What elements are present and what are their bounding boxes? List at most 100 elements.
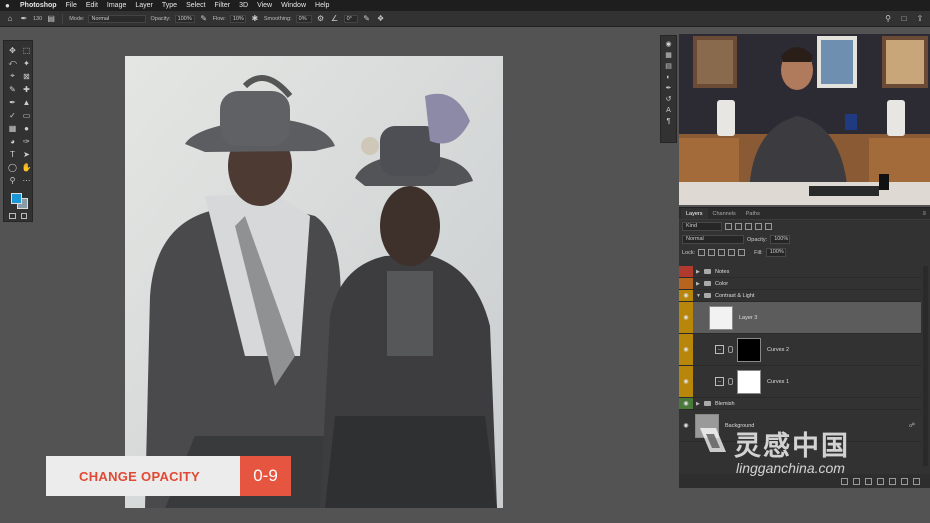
layer-mask-thumbnail[interactable] (737, 337, 761, 362)
gear-icon[interactable]: ⚙ (316, 14, 326, 24)
libraries-panel-icon[interactable]: ▤ (664, 62, 673, 71)
screen-mode-icon[interactable] (20, 213, 27, 219)
layer-color-tag[interactable] (679, 266, 693, 277)
layer-row[interactable]: ◉ ∽ Curves 2 (679, 334, 921, 366)
menu-3d[interactable]: 3D (239, 2, 248, 9)
foreground-color[interactable] (11, 193, 22, 204)
filter-adjustment-icon[interactable] (735, 223, 742, 230)
visibility-eye-icon[interactable]: ◉ (679, 302, 693, 333)
lock-position-icon[interactable] (718, 249, 726, 256)
blur-tool-icon[interactable]: ● (20, 122, 33, 134)
menu-app[interactable]: Photoshop (20, 2, 57, 9)
dodge-tool-icon[interactable]: ◕ (6, 135, 19, 147)
move-tool-icon[interactable]: ✥ (6, 44, 19, 56)
pen-tool-icon[interactable]: ✑ (20, 135, 33, 147)
history-panel-icon[interactable]: ↺ (664, 95, 673, 104)
lock-artboard-icon[interactable] (728, 249, 736, 256)
visibility-eye-icon[interactable]: ◉ (679, 398, 693, 409)
layer-color-tag[interactable] (679, 278, 693, 289)
filter-type-icon[interactable] (745, 223, 752, 230)
lock-all-icon[interactable] (738, 249, 746, 256)
menu-edit[interactable]: Edit (86, 2, 98, 9)
healing-brush-icon[interactable]: ✚ (20, 83, 33, 95)
filter-shape-icon[interactable] (755, 223, 762, 230)
character-panel-icon[interactable]: A (664, 106, 673, 115)
tab-channels[interactable]: Channels (708, 211, 741, 219)
eyedropper-icon[interactable]: ✎ (6, 83, 19, 95)
menu-type[interactable]: Type (162, 2, 177, 9)
frame-tool-icon[interactable]: ⊠ (20, 70, 33, 82)
stamp-tool-icon[interactable]: ▲ (20, 96, 33, 108)
menu-filter[interactable]: Filter (215, 2, 231, 9)
menu-file[interactable]: File (66, 2, 77, 9)
lock-pixels-icon[interactable] (698, 249, 706, 256)
layer-opacity-field[interactable]: 100% (770, 235, 791, 244)
menu-select[interactable]: Select (186, 2, 205, 9)
smoothing-field[interactable]: 0% (295, 14, 312, 23)
layer-row-selected[interactable]: ◉ Layer 3 (679, 302, 921, 334)
layer-fill-field[interactable]: 100% (765, 248, 786, 257)
lasso-tool-icon[interactable]: ⤺ (6, 57, 19, 69)
tab-paths[interactable]: Paths (741, 211, 765, 219)
eraser-icon[interactable]: ▭ (20, 109, 33, 121)
adjustments-panel-icon[interactable]: ◐ (664, 73, 673, 82)
filter-pixel-icon[interactable] (725, 223, 732, 230)
tab-layers[interactable]: Layers (681, 208, 708, 219)
layer-row[interactable]: ◉ ▶ Blemish (679, 398, 921, 410)
marquee-tool-icon[interactable]: ⬚ (20, 44, 33, 56)
menu-help[interactable]: Help (315, 2, 329, 9)
shape-tool-icon[interactable]: ◯ (6, 161, 19, 173)
zoom-tool-icon[interactable]: ⚲ (6, 174, 19, 186)
type-tool-icon[interactable]: T (6, 148, 19, 160)
brush-tool-icon[interactable]: ✒ (19, 14, 29, 24)
magic-wand-icon[interactable]: ✦ (20, 57, 33, 69)
collapse-arrow-icon[interactable]: ▼ (696, 293, 702, 299)
share-icon[interactable]: ⇧ (915, 14, 925, 24)
visibility-eye-icon[interactable]: ◉ (679, 410, 693, 441)
link-icon[interactable] (728, 378, 733, 385)
panel-menu-icon[interactable]: ≡ (922, 211, 930, 219)
menu-view[interactable]: View (257, 2, 272, 9)
symmetry-icon[interactable]: ❖ (376, 14, 386, 24)
lock-paint-icon[interactable] (708, 249, 716, 256)
pressure-opacity-icon[interactable]: ✎ (199, 14, 209, 24)
airbrush-icon[interactable]: ✱ (250, 14, 260, 24)
expand-arrow-icon[interactable]: ▶ (696, 401, 702, 407)
visibility-eye-icon[interactable]: ◉ (679, 334, 693, 365)
pressure-size-icon[interactable]: ✎ (362, 14, 372, 24)
expand-arrow-icon[interactable]: ▶ (696, 269, 702, 275)
layer-mask-thumbnail[interactable] (737, 369, 761, 394)
brush-panel-icon[interactable]: ✒ (664, 84, 673, 93)
menu-image[interactable]: Image (107, 2, 126, 9)
flow-field[interactable]: 10% (229, 14, 246, 23)
hand-tool-icon[interactable]: ✋ (20, 161, 33, 173)
brush-tool-icon[interactable]: ✒ (6, 96, 19, 108)
visibility-eye-icon[interactable]: ◉ (679, 290, 693, 301)
layer-row[interactable]: ▶ Color (679, 278, 921, 290)
link-icon[interactable] (728, 346, 733, 353)
angle-icon[interactable]: ∠ (330, 14, 340, 24)
workspace-icon[interactable]: □ (899, 14, 909, 24)
opacity-field[interactable]: 100% (174, 14, 195, 23)
menu-layer[interactable]: Layer (135, 2, 153, 9)
search-icon[interactable]: ⚲ (883, 14, 893, 24)
menu-window[interactable]: Window (281, 2, 306, 9)
layer-row[interactable]: ◉ ▼ Contrast & Light (679, 290, 921, 302)
layer-row[interactable]: ◉ ∽ Curves 1 (679, 366, 921, 398)
mode-select[interactable]: Normal (88, 14, 147, 23)
angle-field[interactable]: 0° (343, 14, 358, 23)
layer-filter-select[interactable]: Kind (682, 222, 722, 231)
swatches-panel-icon[interactable]: ▦ (664, 51, 673, 60)
brush-settings-icon[interactable]: ▤ (46, 14, 56, 24)
blend-mode-select[interactable]: Normal (682, 235, 744, 244)
color-panel-icon[interactable]: ◉ (664, 40, 673, 49)
apple-icon[interactable]: ● (5, 1, 13, 10)
brush-size[interactable]: 130 (33, 16, 42, 22)
visibility-eye-icon[interactable]: ◉ (679, 366, 693, 397)
paragraph-panel-icon[interactable]: ¶ (664, 117, 673, 126)
path-select-icon[interactable]: ➤ (20, 148, 33, 160)
filter-smart-icon[interactable] (765, 223, 772, 230)
quick-mask-icon[interactable] (9, 213, 16, 219)
expand-arrow-icon[interactable]: ▶ (696, 281, 702, 287)
more-tools-icon[interactable]: ⋯ (20, 174, 33, 186)
